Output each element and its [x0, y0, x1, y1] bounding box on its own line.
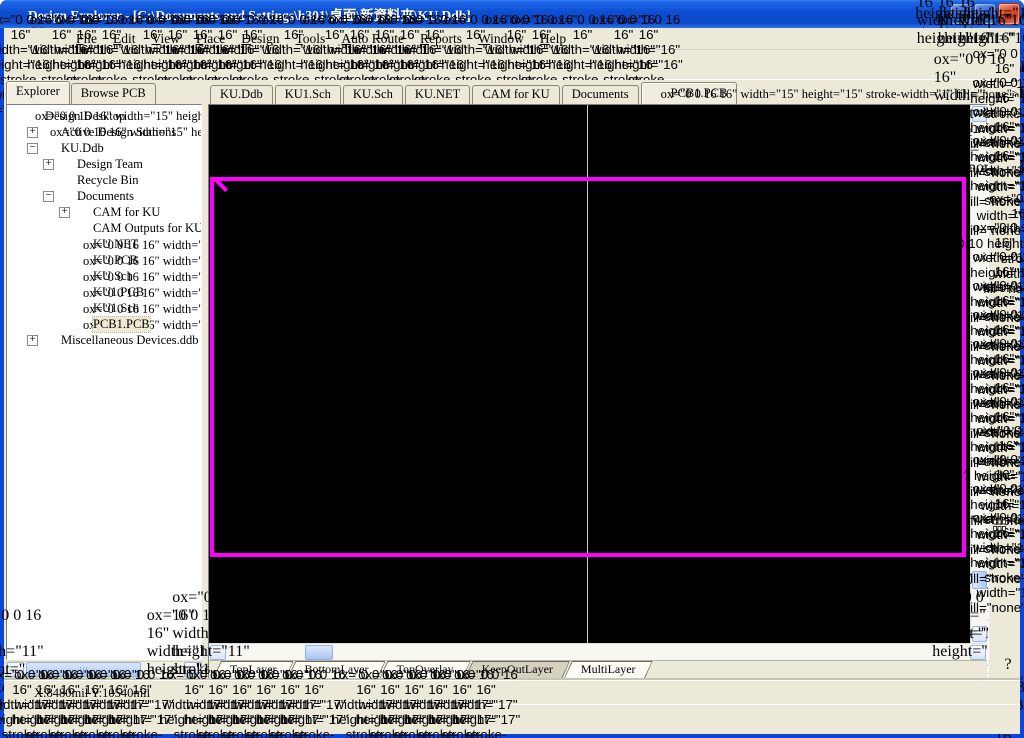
tree-item-cam-outputs-for-ku[interactable]: ox="0 0 16 16" width="15" height="15" st…: [7, 220, 201, 236]
expander-minus-icon[interactable]: −: [27, 142, 38, 154]
database-icon: ox="0 0 16 16" width="15" height="15" st…: [41, 141, 57, 156]
tree-item-pcb1-pcb[interactable]: ox="0 0 16 16" width="15" height="15" st…: [7, 315, 201, 333]
document-tab-ku-ddb[interactable]: KU.Ddb: [210, 85, 273, 104]
design-explorer-window: ox="0 0 16 16" width="17" height="17" st…: [0, 0, 1024, 738]
tree-item-active-design-stations[interactable]: + ox="0 0 16 16" width="15" height="15" s…: [7, 124, 201, 140]
pcb-doc-icon: ox="0 0 16 16" width="15" height="15" st…: [83, 253, 201, 268]
design-tree: ox="0 0 16 16" width="15" height="15" st…: [6, 104, 202, 660]
tertiary-arrow-icon: ox="0 0 16 16" width="16" height="16" st…: [574, 685, 590, 701]
expander-plus-icon[interactable]: +: [27, 126, 38, 138]
expander-plus-icon[interactable]: +: [27, 334, 38, 346]
expander-minus-icon[interactable]: −: [43, 190, 54, 202]
tree-item-label: KU.NET: [93, 236, 139, 251]
recycle-icon: ox="0 0 16 16" width="15" height="15" st…: [57, 173, 73, 188]
decrease-vertical-spacing-button[interactable]: ox="0 0 16 16" width="17" height="17" st…: [280, 667, 348, 738]
sch-doc-icon: ox="0 0 16 16" width="15" height="15" st…: [83, 301, 201, 316]
sch-doc-icon: ox="0 0 16 16" width="15" height="15" st…: [83, 269, 201, 284]
document-tab-label: KU1.Sch: [284, 87, 331, 101]
tree-item-label: Design Team: [77, 156, 143, 171]
scroll-right-button[interactable]: ox="0 0 16 16" width="11" height="11" st…: [932, 589, 1024, 714]
pcb-editor: KU.Ddb KU1.Sch KU.Sch KU.NET CAM for KU Docum…: [172, 51, 1024, 714]
folder-icon: ox="0 0 16 16" width="15" height="15" st…: [57, 189, 73, 204]
tree-item-ku-ddb[interactable]: −ox="0 0 16 16" width="15" height="15" s…: [7, 140, 201, 156]
document-tab-documents[interactable]: Documents: [561, 85, 639, 104]
document-tab-label: KU.NET: [414, 87, 461, 101]
pcb-doc-icon: ox="0 0 16 16" width="15" height="15" st…: [83, 317, 201, 332]
document-tab-ku-sch[interactable]: KU.Sch: [342, 85, 403, 104]
tree-item-label: CAM Outputs for KU: [93, 220, 201, 235]
paste-new-array-button[interactable]: ox="0 0 16 16" width="17" height="17" st…: [452, 667, 520, 738]
desktop-icon: ox="0 0 16 16" width="15" height="15" st…: [35, 108, 202, 123]
document-tab-ku1-sch[interactable]: KU1.Sch: [274, 85, 341, 104]
explorer-panel-tabs: Explorer Browse PCB: [6, 81, 205, 104]
database-icon: ox="0 0 16 16" width="15" height="15" st…: [41, 333, 57, 348]
mdi-close-button[interactable]: ox="0 0 16 16" width="16" height="16" st…: [959, 0, 1024, 101]
panel-tab-explorer[interactable]: Explorer: [6, 81, 70, 104]
tree-item-documents[interactable]: −ox="0 0 16 16" width="15" height="15" s…: [7, 188, 201, 204]
layer-tab-multilayer[interactable]: MultiLayer: [564, 661, 653, 679]
expander-plus-icon[interactable]: +: [59, 206, 70, 218]
help-pointer-icon[interactable]: ?ox="0 0 16 16" width="20" height="20" s…: [995, 656, 1024, 738]
redo-button[interactable]: ox="0 0 16 16" width="16" height="16" st…: [610, 12, 686, 117]
main-toolbar: ox="0 0 16 16" width="16" height="16" st…: [0, 12, 1020, 117]
workstation-icon: ox="0 0 16 16" width="15" height="15" st…: [50, 124, 202, 139]
document-tab-bar: KU.Ddb KU1.Sch KU.Sch KU.NET CAM for KU Docum…: [210, 82, 1024, 104]
tree-item-label: Documents: [77, 188, 134, 203]
scroll-thumb[interactable]: [305, 644, 333, 660]
document-tab-label: Documents: [571, 87, 629, 101]
tree-item-recycle-bin[interactable]: ox="0 0 16 16" width="15" height="15" st…: [7, 172, 201, 188]
document-tab-label: CAM for KU: [482, 87, 550, 101]
expander-plus-icon[interactable]: +: [43, 158, 54, 170]
document-tab-label: KU.Ddb: [220, 87, 263, 101]
keepout-board-outline[interactable]: [210, 177, 966, 557]
editor-viewport: ox="0 0 16 16" width="11" height="11" st…: [172, 51, 1024, 714]
tree-item-ku-sch[interactable]: ox="0 0 16 16" width="15" height="15" st…: [7, 268, 201, 284]
pcb-doc-icon: ox="0 0 16 16" width="15" height="15" st…: [83, 285, 201, 300]
team-icon: ox="0 0 16 16" width="15" height="15" st…: [57, 157, 73, 172]
alignment-toolbar: ox="0 0 16 16" width="17" height="17" st…: [0, 667, 1020, 738]
tree-item-label: Design Desktop: [45, 108, 126, 123]
scroll-track[interactable]: [227, 644, 969, 660]
tree-item-ku1-pcb[interactable]: ox="0 0 16 16" width="15" height="15" st…: [7, 284, 201, 300]
tree-item-label: KU1.Sch: [93, 300, 140, 315]
tree-item-design-team[interactable]: +ox="0 0 16 16" width="15" height="15" s…: [7, 156, 201, 172]
placement-toolbar: ox="0 0 16 16" width="19" height="19" st…: [950, 46, 1024, 738]
tree-item-label: CAM for KU: [93, 204, 161, 219]
pcb-canvas[interactable]: [209, 105, 970, 643]
tree-item-label: KU1.PCB: [93, 284, 145, 299]
document-tab-pcb1-pcb[interactable]: ox="0 0 16 16" width="15" height="15" st…: [640, 82, 1024, 104]
tree-item-label: Miscellaneous Devices.ddb: [61, 332, 199, 347]
tree-item-label: KU.Sch: [93, 268, 133, 283]
tree-item-ku-net[interactable]: ox="0 0 16 16" width="15" height="15" st…: [7, 236, 201, 252]
pad-array-icon: ox="0 0 16 16" width="19" height="19" st…: [992, 519, 1006, 531]
tree-item-miscellaneous-devices-ddb[interactable]: +ox="0 0 16 16" width="15" height="15" s…: [7, 332, 201, 348]
panel-tab-browse-pcb[interactable]: Browse PCB: [70, 83, 156, 104]
tree-item-label: Active Design Stations: [61, 124, 177, 139]
tree-item-ku1-sch[interactable]: ox="0 0 16 16" width="15" height="15" st…: [7, 300, 201, 316]
layer-tab-label: MultiLayer: [565, 662, 652, 678]
pad-array-button[interactable]: ox="0 0 16 16" width="19" height="19" st…: [992, 519, 1018, 604]
document-tab-ku-net[interactable]: KU.NET: [404, 85, 471, 104]
tree-item-cam-for-ku[interactable]: +ox="0 0 16 16" width="15" height="15" s…: [7, 204, 201, 220]
canvas-horizontal-scrollbar[interactable]: ox="0 0 16 16" width="11" height="11" st…: [172, 589, 1024, 714]
decrease-horizontal-spacing-button[interactable]: ox="0 0 16 16" width="17" height="17" st…: [108, 667, 176, 738]
tree-item-label: Recycle Bin: [77, 172, 139, 187]
folder-icon: ox="0 0 16 16" width="15" height="15" st…: [73, 205, 89, 220]
document-tab-cam-for-ku[interactable]: CAM for KU: [472, 85, 560, 104]
scroll-left-button[interactable]: ox="0 0 16 16" width="11" height="11" st…: [172, 589, 264, 714]
document-tab-label: KU.Sch: [352, 87, 393, 101]
tree-item-label: PCB1.PCB: [92, 315, 151, 333]
help-button[interactable]: ?ox="0 0 16 16" width="16" height="16" s…: [661, 53, 686, 77]
document-tab-label: PCB1.PCB: [670, 85, 728, 100]
tree-item-ku-pcb[interactable]: ox="0 0 16 16" width="15" height="15" st…: [7, 252, 201, 268]
tree-item-label: KU.Ddb: [61, 140, 104, 155]
pcb-doc-icon: ox="0 0 16 16" width="15" height="15" st…: [660, 86, 1024, 101]
cam-output-icon: ox="0 0 16 16" width="15" height="15" st…: [73, 221, 89, 236]
tree-item-design-desktop[interactable]: ox="0 0 16 16" width="15" height="15" st…: [7, 108, 201, 124]
netlist-icon: ox="0 0 16 16" width="15" height="15" st…: [83, 237, 201, 252]
tree-item-label: KU.PCB: [93, 252, 138, 267]
content-area: Explorer Browse PCB ox="0 0 16 16" width=…: [0, 46, 1024, 738]
